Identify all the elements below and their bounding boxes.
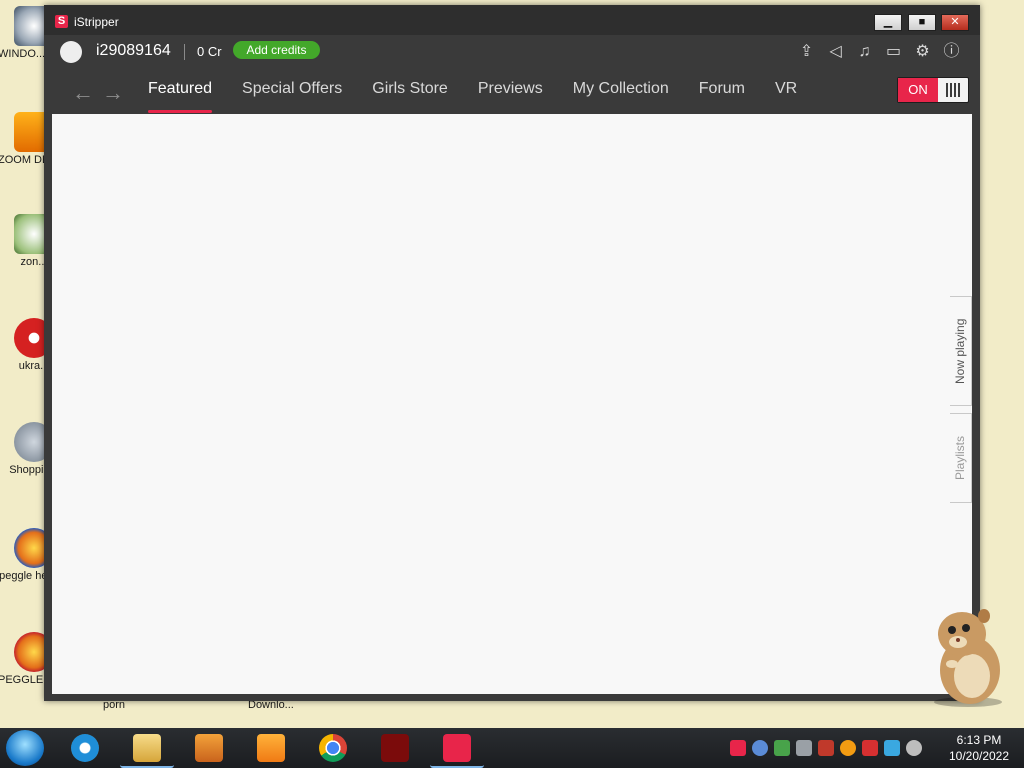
volume-tray-icon[interactable] [906,740,922,756]
media-player-icon [195,734,223,762]
title-bar[interactable]: S iStripper ▁ ■ ✕ [44,5,980,35]
back-arrow-icon[interactable]: ← [72,80,94,106]
settings-icon[interactable]: ⚙ [912,40,933,64]
file-explorer-icon [133,734,161,762]
divider [184,44,185,60]
avatar[interactable] [60,41,82,63]
app-tray-icon[interactable] [774,740,790,756]
on-off-toggle[interactable]: ON [897,77,969,103]
taskbar-chrome[interactable] [306,730,360,766]
tab-special-offers[interactable]: Special Offers [242,73,342,113]
antivirus-tray-icon[interactable] [818,740,834,756]
announcement-icon[interactable]: ◁ [825,40,846,64]
taskbar-file-explorer[interactable] [120,730,174,768]
maximize-button[interactable]: ■ [908,14,936,31]
close-button[interactable]: ✕ [941,14,969,31]
upload-icon[interactable]: ⇪ [796,40,817,64]
clock[interactable]: 6:13 PM 10/20/2022 [940,732,1018,764]
add-credits-button[interactable]: Add credits [233,41,320,59]
network-tray-icon[interactable] [752,740,768,756]
flag-tray-icon[interactable] [862,740,878,756]
start-button[interactable] [6,730,44,766]
monitor-tray-icon[interactable] [884,740,900,756]
window-title: iStripper [74,15,119,29]
tab-previews[interactable]: Previews [478,73,543,113]
tab-forum[interactable]: Forum [699,73,745,113]
credits-balance: 0 Cr [197,44,222,59]
istripper-logo-icon: S [55,15,68,28]
forward-arrow-icon[interactable]: → [102,80,124,106]
now-playing-tab[interactable]: Now playing [950,296,972,406]
account-bar: i29089164 0 Cr Add credits ⇪ ◁ ♫ ▭ ⚙ ⓘ [52,35,972,73]
uc-browser-icon [257,734,285,762]
istripper-window: S iStripper ▁ ■ ✕ i29089164 0 Cr Add cre… [44,5,980,701]
chrome-icon [319,734,347,762]
system-tray [730,740,922,756]
istripper-tray-icon[interactable] [730,740,746,756]
minimize-button[interactable]: ▁ [874,14,902,31]
grip-icon [946,83,960,97]
clock-date: 10/20/2022 [948,749,1010,763]
username: i29089164 [96,42,171,59]
music-icon[interactable]: ♫ [854,40,875,64]
search-tray-icon[interactable] [840,740,856,756]
istripper-icon [443,734,471,762]
clock-time: 6:13 PM [956,733,1002,747]
info-icon[interactable]: ⓘ [941,40,962,64]
tab-my-collection[interactable]: My Collection [573,73,669,113]
content-area: Now playing Playlists [52,114,972,694]
internet-explorer-icon [71,734,99,762]
taskbar-flash[interactable] [368,730,422,766]
hamster-desktop-pet[interactable] [922,604,1008,708]
display-tray-icon[interactable] [796,740,812,756]
taskbar: 6:13 PM 10/20/2022 [0,728,1024,768]
playlists-tab[interactable]: Playlists [950,413,972,503]
taskbar-internet-explorer[interactable] [58,730,112,766]
tab-girls-store[interactable]: Girls Store [372,73,448,113]
display-icon[interactable]: ▭ [883,40,904,64]
taskbar-istripper[interactable] [430,730,484,768]
nav-tabs: Featured Special Offers Girls Store Prev… [148,73,827,113]
main-nav: ← → Featured Special Offers Girls Store … [52,73,972,113]
tab-featured[interactable]: Featured [148,73,213,113]
taskbar-media-player[interactable] [182,730,236,766]
toggle-on-label: ON [898,78,938,102]
tab-vr[interactable]: VR [775,73,797,113]
flash-icon [381,734,409,762]
toolbar-icons: ⇪ ◁ ♫ ▭ ⚙ ⓘ [796,40,962,64]
taskbar-uc-browser[interactable] [244,730,298,766]
